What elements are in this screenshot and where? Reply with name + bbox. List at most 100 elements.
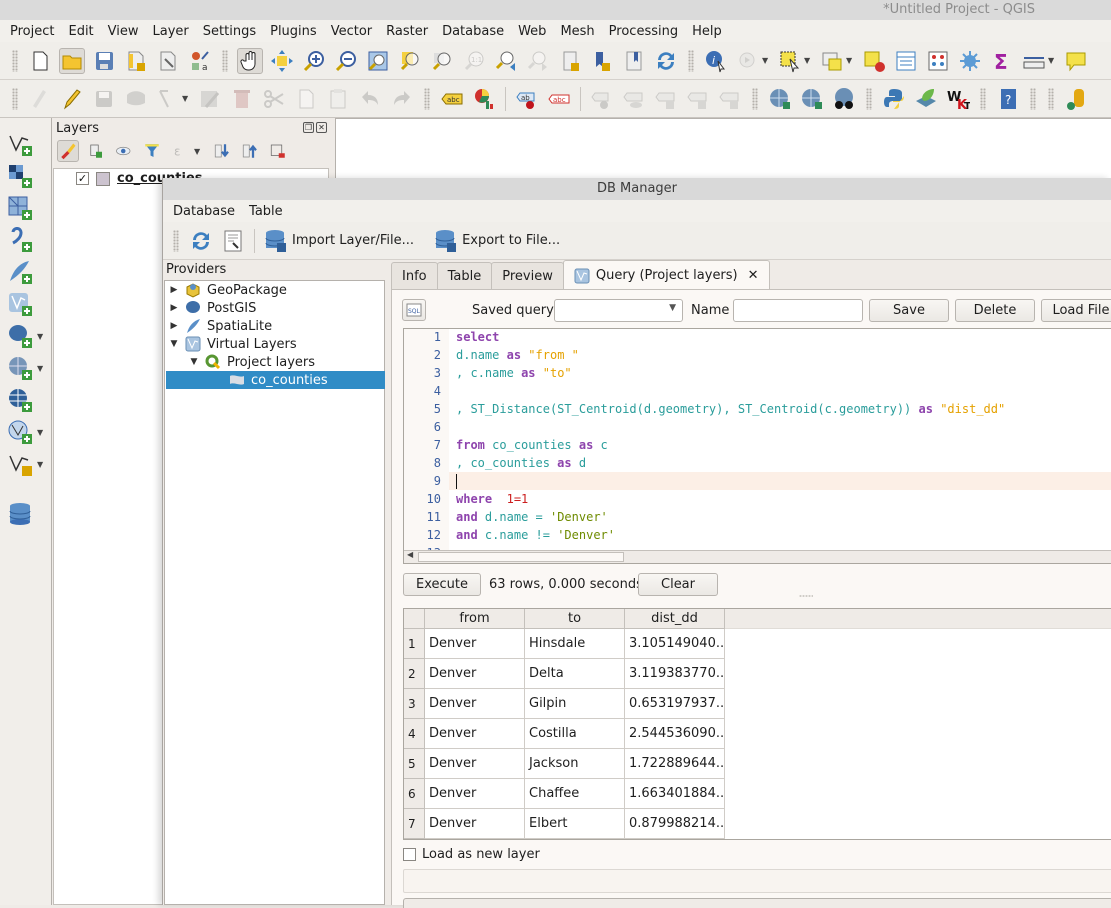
table-cell[interactable]: 0.653197937... xyxy=(625,689,725,719)
row-header[interactable]: 2 xyxy=(404,659,425,689)
column-header[interactable]: dist_dd xyxy=(625,609,725,629)
filter-legend-icon[interactable] xyxy=(141,140,163,162)
new-spatial-bookmark-icon[interactable] xyxy=(557,48,583,74)
toolbar-grip[interactable] xyxy=(1030,87,1036,110)
table-cell[interactable]: Denver xyxy=(425,689,525,719)
table-cell[interactable]: Costilla xyxy=(525,719,625,749)
layer-symbol-swatch[interactable] xyxy=(96,171,110,186)
code-line[interactable]: , ST_Distance(ST_Centroid(d.geometry), S… xyxy=(456,402,1005,416)
table-cell[interactable]: Denver xyxy=(425,809,525,839)
measure-icon[interactable] xyxy=(1021,48,1047,74)
toolbar-grip[interactable] xyxy=(12,49,18,72)
show-bookmarks-icon[interactable] xyxy=(589,48,615,74)
move-label-icon[interactable] xyxy=(589,86,615,112)
menu-edit[interactable]: Edit xyxy=(61,24,100,39)
manage-visibility-icon[interactable] xyxy=(113,140,135,162)
add-xyz-icon[interactable] xyxy=(6,386,34,414)
menu-processing[interactable]: Processing xyxy=(602,24,685,39)
select-by-value-icon[interactable] xyxy=(819,48,845,74)
column-header[interactable]: from xyxy=(425,609,525,629)
save-edits-icon[interactable] xyxy=(91,86,117,112)
tab-table[interactable]: Table xyxy=(436,262,493,290)
menu-table[interactable]: Table xyxy=(242,204,290,219)
redo-icon[interactable] xyxy=(389,86,415,112)
scrollbar-thumb[interactable] xyxy=(418,552,624,562)
save-project-icon[interactable] xyxy=(91,48,117,74)
identify-icon[interactable]: i xyxy=(703,48,729,74)
collapse-all-icon[interactable] xyxy=(239,140,261,162)
query-name-input[interactable] xyxy=(733,299,863,322)
copy-features-icon[interactable] xyxy=(293,86,319,112)
quickmapservices-icon[interactable] xyxy=(799,86,825,112)
menu-raster[interactable]: Raster xyxy=(379,24,435,39)
clear-button[interactable]: Clear xyxy=(638,573,718,596)
toolbar-grip[interactable] xyxy=(752,87,758,110)
scroll-left-icon[interactable]: ◀ xyxy=(407,550,413,559)
dropdown-arrow-icon[interactable]: ▼ xyxy=(37,428,43,437)
add-wms-icon[interactable] xyxy=(6,354,34,382)
code-line[interactable]: and d.name = 'Denver' xyxy=(456,510,608,524)
refresh-icon[interactable] xyxy=(653,48,679,74)
modify-attributes-icon[interactable] xyxy=(197,86,223,112)
undo-icon[interactable] xyxy=(357,86,383,112)
show-label-icon[interactable] xyxy=(621,86,647,112)
code-line[interactable]: , co_counties as d xyxy=(456,456,586,470)
zoom-native-icon[interactable]: 1:1 xyxy=(461,48,487,74)
dropdown-arrow-icon[interactable]: ▼ xyxy=(37,460,43,469)
layer-styling-icon[interactable] xyxy=(57,140,79,162)
load-as-layer-label[interactable]: Load as new layer xyxy=(422,847,540,862)
layer-diagram-icon[interactable] xyxy=(471,86,497,112)
show-hide-labels-icon[interactable]: abc xyxy=(546,86,572,112)
table-cell[interactable]: Denver xyxy=(425,779,525,809)
add-wfs-icon[interactable] xyxy=(6,418,34,446)
add-mesh-layer-icon[interactable] xyxy=(6,194,34,222)
table-cell[interactable]: Denver xyxy=(425,719,525,749)
menu-mesh[interactable]: Mesh xyxy=(553,24,601,39)
column-header[interactable]: to xyxy=(525,609,625,629)
collapse-arrow-icon[interactable]: ▼ xyxy=(169,339,179,349)
delete-selected-icon[interactable] xyxy=(229,86,255,112)
vertex-tool-icon[interactable] xyxy=(155,86,181,112)
add-delimited-text-icon[interactable] xyxy=(6,226,34,254)
row-header[interactable]: 6 xyxy=(404,779,425,809)
zoom-to-selection-icon[interactable] xyxy=(397,48,423,74)
dropdown-arrow-icon[interactable]: ▼ xyxy=(37,332,43,341)
close-tab-icon[interactable]: ✕ xyxy=(748,268,759,283)
menu-plugins[interactable]: Plugins xyxy=(263,24,324,39)
table-co-counties[interactable]: co_counties xyxy=(166,371,385,389)
expand-all-icon[interactable] xyxy=(211,140,233,162)
add-raster-layer-icon[interactable] xyxy=(6,162,34,190)
pan-map-icon[interactable] xyxy=(237,47,263,74)
metasearch-icon[interactable] xyxy=(767,86,793,112)
row-header[interactable]: 4 xyxy=(404,719,425,749)
run-feature-action-icon[interactable] xyxy=(735,48,761,74)
zoom-full-icon[interactable] xyxy=(365,48,391,74)
filter-by-expression-icon[interactable]: ε xyxy=(169,140,191,162)
menu-view[interactable]: View xyxy=(101,24,146,39)
zoom-out-icon[interactable] xyxy=(333,48,359,74)
open-project-icon[interactable] xyxy=(59,47,85,74)
remove-layer-icon[interactable] xyxy=(267,140,289,162)
new-3d-map-icon[interactable] xyxy=(621,48,647,74)
layout-manager-icon[interactable] xyxy=(155,48,181,74)
tab-info[interactable]: Info xyxy=(391,262,438,290)
zoom-last-icon[interactable] xyxy=(493,48,519,74)
menu-settings[interactable]: Settings xyxy=(196,24,263,39)
expand-arrow-icon[interactable]: ▶ xyxy=(169,303,179,313)
toolbar-grip[interactable] xyxy=(222,49,228,72)
code-line[interactable]: and c.name != 'Denver' xyxy=(456,528,615,542)
field-calculator-icon[interactable] xyxy=(925,48,951,74)
toolbar-grip[interactable] xyxy=(688,49,694,72)
toolbar-grip[interactable] xyxy=(173,229,179,252)
sql-editor[interactable]: 12345678910111213 selectd.name as "from … xyxy=(403,328,1111,564)
results-table[interactable]: from to dist_dd 1 Denver Hinsdale 3.1051490… xyxy=(403,608,1111,840)
refresh-icon[interactable] xyxy=(188,228,214,254)
menu-web[interactable]: Web xyxy=(511,24,553,39)
zoom-to-layer-icon[interactable] xyxy=(429,48,455,74)
export-file-button[interactable]: Export to File... xyxy=(462,233,560,248)
expand-arrow-icon[interactable]: ▶ xyxy=(169,285,179,295)
menu-help[interactable]: Help xyxy=(685,24,729,39)
table-cell[interactable]: Gilpin xyxy=(525,689,625,719)
toolbox-icon[interactable] xyxy=(957,48,983,74)
table-cell[interactable]: 1.722889644... xyxy=(625,749,725,779)
